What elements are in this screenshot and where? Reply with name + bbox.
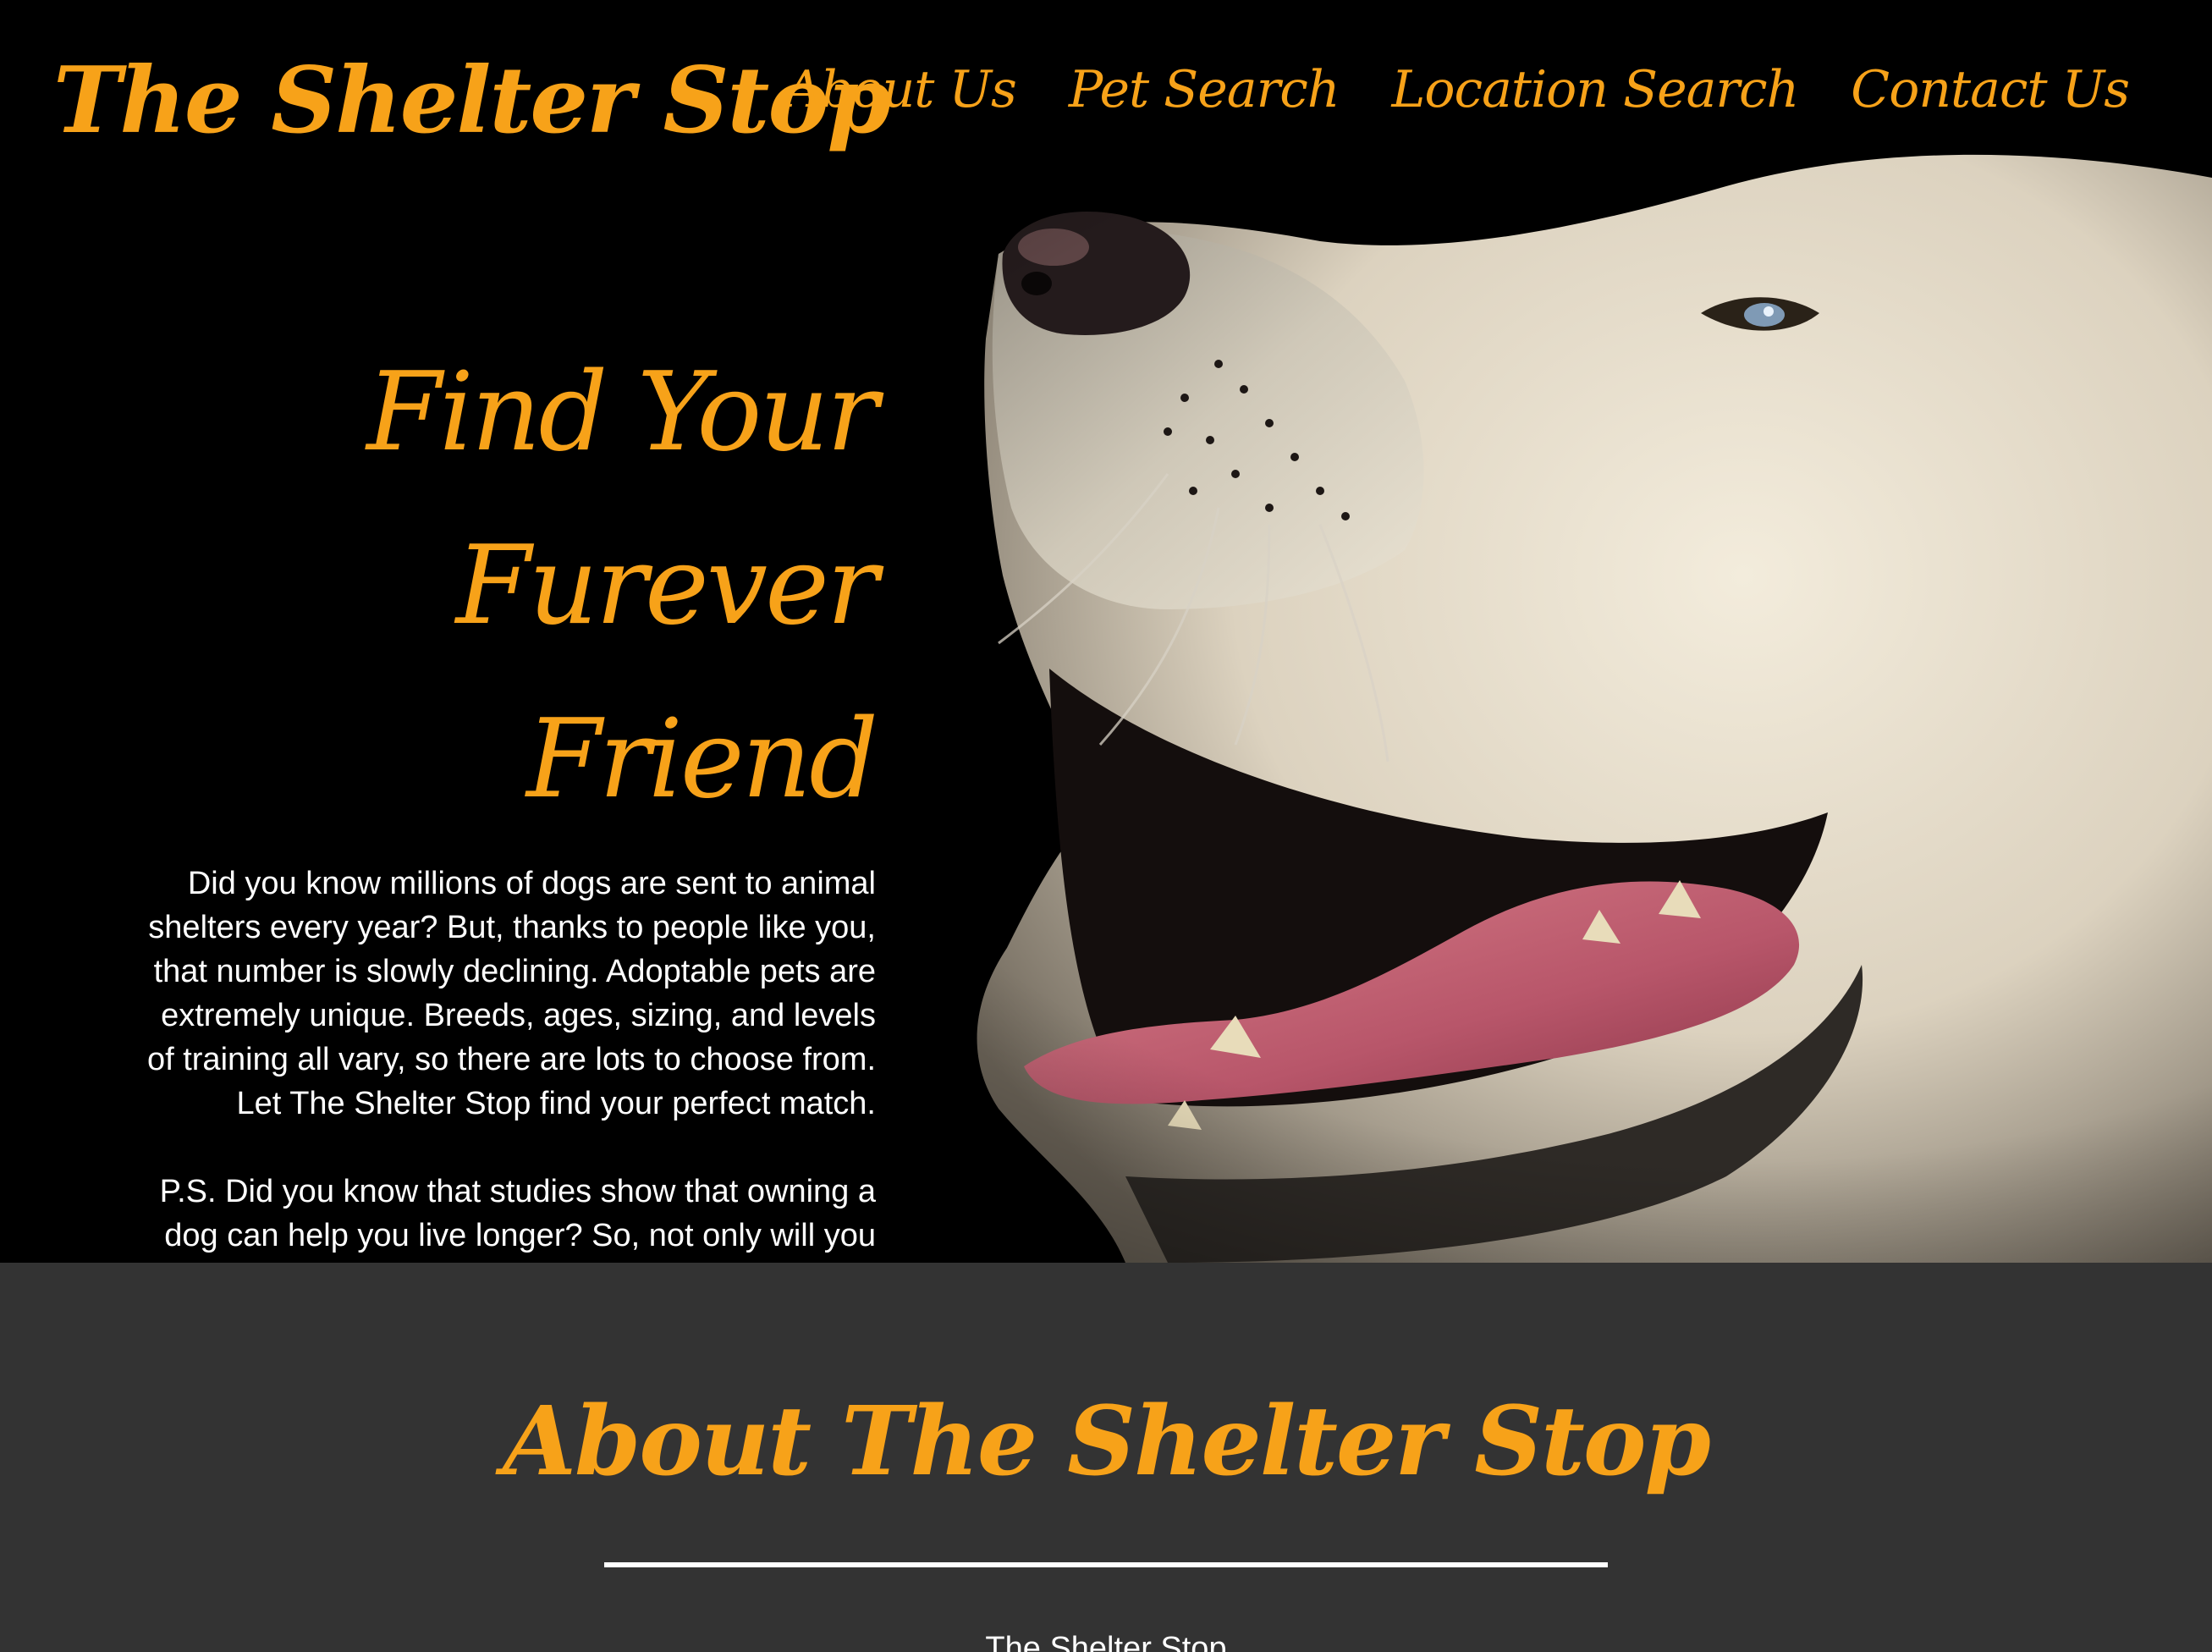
hero-heading-line-1: Find Your (366, 350, 878, 476)
hero-paragraph-ps: P.S. Did you know that studies show that… (159, 1174, 876, 1263)
nav-link-location-search[interactable]: Location Search (1392, 60, 1800, 119)
about-divider (604, 1562, 1608, 1567)
hero-copy: Find Your Furever Friend Did you know mi… (127, 326, 878, 1263)
nav-item-contact-us: Contact Us (1851, 59, 2130, 120)
about-section: About The Shelter Stop The Shelter Stop (0, 1263, 2212, 1652)
nav-item-pet-search: Pet Search (1069, 59, 1340, 120)
nav-link-about-us[interactable]: About Us (785, 60, 1017, 119)
nav-item-about-us: About Us (785, 59, 1017, 120)
nav-link-pet-search[interactable]: Pet Search (1069, 60, 1340, 119)
hero-heading-line-2: Furever Friend (455, 523, 878, 823)
hero-section: The Shelter Stop About Us Pet Search Loc… (0, 0, 2212, 1263)
nav-link-contact-us[interactable]: Contact Us (1851, 60, 2130, 119)
about-title: About The Shelter Stop (503, 1386, 1711, 1497)
hero-paragraph-intro: Did you know millions of dogs are sent t… (146, 866, 876, 1121)
main-nav: About Us Pet Search Location Search Cont… (785, 59, 2130, 120)
hero-heading: Find Your Furever Friend (127, 326, 878, 846)
site-logo[interactable]: The Shelter Stop (53, 47, 891, 157)
nav-item-location-search: Location Search (1392, 59, 1800, 120)
about-body-text: The Shelter Stop (985, 1631, 1227, 1652)
